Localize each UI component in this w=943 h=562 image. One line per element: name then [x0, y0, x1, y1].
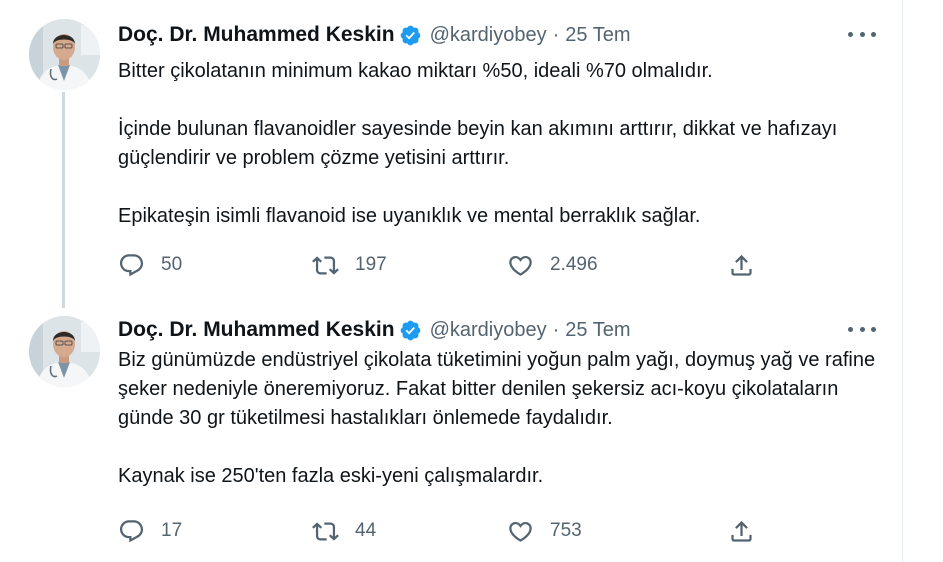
- more-options-icon[interactable]: [848, 24, 876, 44]
- author-name[interactable]: Doç. Dr. Muhammed Keskin: [118, 318, 395, 342]
- timeline: Doç. Dr. Muhammed Keskin @kardiyobey · 2…: [0, 0, 902, 562]
- tweet[interactable]: Doç. Dr. Muhammed Keskin @kardiyobey · 2…: [0, 298, 902, 562]
- share-button[interactable]: [728, 250, 755, 280]
- tweet-header: Doç. Dr. Muhammed Keskin @kardiyobey · 2…: [118, 20, 631, 50]
- thread-connector-line: [62, 92, 65, 308]
- verified-badge-icon: [399, 319, 422, 342]
- heart-icon: [509, 255, 532, 276]
- verified-badge-icon: [399, 24, 422, 47]
- retweet-button[interactable]: 44: [312, 516, 376, 546]
- author-handle[interactable]: @kardiyobey: [430, 319, 547, 342]
- like-count: 2.496: [550, 254, 598, 275]
- share-button[interactable]: [728, 516, 755, 546]
- more-options-icon[interactable]: [848, 319, 876, 339]
- timeline-border: [902, 0, 903, 562]
- tweet-actions: 50 197 2.496: [118, 250, 768, 280]
- avatar-photo: [29, 316, 100, 387]
- like-button[interactable]: 2.496: [507, 250, 598, 280]
- tweet-paragraph: Epikateşin isimli flavanoid ise uyanıklı…: [118, 205, 701, 227]
- tweet[interactable]: Doç. Dr. Muhammed Keskin @kardiyobey · 2…: [0, 0, 902, 308]
- tweet-paragraph: İçinde bulunan flavanoidler sayesinde be…: [118, 118, 838, 169]
- tweet-header: Doç. Dr. Muhammed Keskin @kardiyobey · 2…: [118, 315, 631, 345]
- share-icon: [731, 254, 752, 276]
- tweet-text: Biz günümüzde endüstriyel çikolata tüket…: [118, 346, 888, 491]
- share-icon: [731, 520, 752, 542]
- heart-icon: [509, 521, 532, 542]
- reply-count: 17: [161, 520, 183, 541]
- author-handle[interactable]: @kardiyobey: [430, 24, 547, 47]
- avatar[interactable]: [29, 316, 100, 387]
- avatar-photo: [29, 19, 100, 90]
- avatar[interactable]: [29, 19, 100, 90]
- like-button[interactable]: 753: [507, 516, 582, 546]
- like-count: 753: [550, 520, 582, 541]
- tweet-paragraph: Biz günümüzde endüstriyel çikolata tüket…: [118, 349, 876, 429]
- retweet-icon: [312, 255, 339, 275]
- tweet-text: Bitter çikolatanın minimum kakao miktarı…: [118, 57, 888, 231]
- reply-icon: [119, 253, 144, 276]
- author-name[interactable]: Doç. Dr. Muhammed Keskin: [118, 23, 395, 47]
- tweet-actions: 17 44 753: [118, 516, 768, 546]
- separator-dot: ·: [552, 23, 560, 46]
- retweet-count: 197: [355, 254, 387, 275]
- reply-icon: [119, 519, 144, 542]
- reply-count: 50: [161, 254, 183, 275]
- retweet-button[interactable]: 197: [312, 250, 387, 280]
- reply-button[interactable]: 50: [118, 250, 182, 280]
- tweet-date[interactable]: 25 Tem: [565, 24, 630, 47]
- separator-dot: ·: [552, 318, 560, 341]
- tweet-date[interactable]: 25 Tem: [565, 319, 630, 342]
- retweet-icon: [312, 521, 339, 541]
- retweet-count: 44: [355, 520, 377, 541]
- tweet-paragraph: Bitter çikolatanın minimum kakao miktarı…: [118, 60, 713, 82]
- reply-button[interactable]: 17: [118, 516, 182, 546]
- tweet-paragraph: Kaynak ise 250'ten fazla eski-yeni çalış…: [118, 465, 544, 487]
